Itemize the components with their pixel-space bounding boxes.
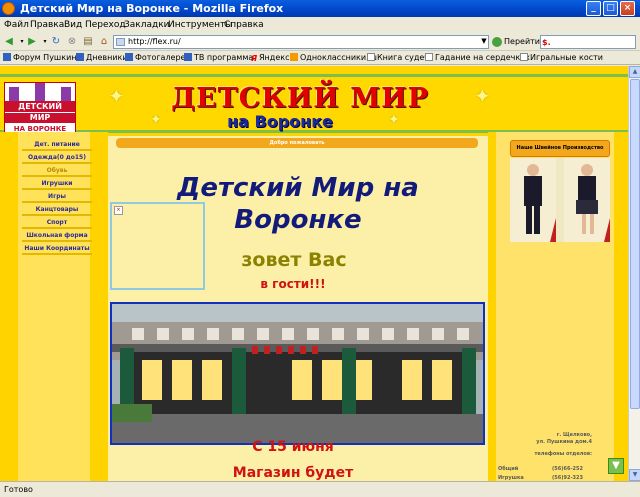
navigation-toolbar: ◀ ▾ ▶ ▾ ↻ ⊗ ▤ ⌂ http://flex.ru/ ▼ Перейт…: [0, 33, 640, 51]
store-photo: [110, 302, 485, 445]
go-arrow-icon: [492, 36, 502, 47]
phone-dept: Общий: [498, 466, 519, 472]
bookmark-item[interactable]: Игральные кости: [520, 51, 603, 64]
scroll-down-arrow-icon[interactable]: ▼: [608, 458, 624, 474]
bookmark-icon: [76, 53, 84, 61]
bookmark-item[interactable]: Дневники: [76, 51, 128, 64]
vertical-scrollbar[interactable]: ▲ ▼: [628, 66, 640, 481]
bookmark-item[interactable]: Форум Пушкино: [3, 51, 81, 64]
star-icon: ✦: [474, 84, 491, 108]
back-icon[interactable]: ◀: [3, 36, 15, 48]
search-engine-icon: $.: [542, 38, 551, 47]
odnoklassniki-icon: [290, 53, 298, 61]
guests-text: в гости!!!: [260, 277, 326, 291]
reload-icon[interactable]: ↻: [50, 36, 62, 48]
banner-subtitle: на Воронке: [227, 112, 333, 131]
scrollbar-thumb[interactable]: [630, 79, 640, 409]
url-dropdown-icon[interactable]: ▼: [480, 36, 488, 47]
menu-file[interactable]: Файл: [4, 17, 29, 33]
nav-stationery[interactable]: Канцтовары: [22, 203, 92, 216]
maximize-button[interactable]: □: [603, 1, 618, 16]
banner-top-stripe: [0, 74, 628, 77]
bookmark-icon: [184, 53, 192, 61]
bookmark-icon: [3, 53, 11, 61]
browser-window: Детский Мир на Воронке - Mozilla Firefox…: [0, 0, 640, 496]
home-icon[interactable]: ⌂: [98, 36, 110, 48]
phones-title: телефоны отделов:: [534, 451, 592, 457]
menu-help[interactable]: Справка: [224, 17, 264, 33]
site-logo[interactable]: ДЕТСКИЙ МИР НА ВОРОНКЕ: [4, 82, 76, 134]
page-viewport: ДЕТСКИЙ МИР НА ВОРОНКЕ ✦ ✦ ✦ ✦ ДЕТСКИЙ М…: [0, 66, 628, 481]
nav-shoes[interactable]: Обувь: [22, 164, 92, 177]
window-title: Детский Мир на Воронке - Mozilla Firefox: [20, 2, 284, 15]
menu-bookmarks[interactable]: Закладки: [124, 17, 170, 33]
logo-tower: [35, 83, 45, 101]
address-street: ул. Пушкина дом.4: [536, 439, 592, 445]
site-banner: ДЕТСКИЙ МИР НА ВОРОНКЕ ✦ ✦ ✦ ✦ ДЕТСКИЙ М…: [0, 74, 628, 134]
nav-baby-food[interactable]: Дет. питание: [22, 138, 92, 151]
stop-icon[interactable]: ⊗: [66, 36, 78, 48]
menu-bar: Файл Правка Вид Переход Закладки Инструм…: [0, 17, 640, 33]
star-icon: ✦: [108, 84, 125, 108]
menu-go[interactable]: Переход: [85, 17, 126, 33]
date-announcement: С 15 июня: [252, 439, 334, 455]
phone-number: (56)66-252: [552, 466, 583, 472]
history-icon[interactable]: ▤: [82, 36, 94, 48]
minimize-button[interactable]: _: [586, 1, 601, 16]
scroll-up-icon[interactable]: ▲: [629, 66, 640, 78]
bookmark-item[interactable]: ТВ программа: [184, 51, 253, 64]
bookmark-item[interactable]: Одноклассники.ru: [290, 51, 377, 64]
page-favicon-icon: [116, 38, 125, 46]
logo-text-line1: ДЕТСКИЙ: [5, 101, 75, 112]
url-text: http://flex.ru/: [128, 37, 181, 46]
go-button[interactable]: Перейти: [492, 35, 540, 49]
nav-games[interactable]: Игры: [22, 190, 92, 203]
bookmark-item[interactable]: Я Яндекс: [251, 51, 289, 64]
yandex-icon: Я: [251, 54, 258, 63]
nav-clothes[interactable]: Одежда(0 до15): [22, 151, 92, 164]
bookmark-item[interactable]: Книга судеб: [367, 51, 429, 64]
bookmark-icon: [125, 53, 133, 61]
go-label: Перейти: [504, 37, 540, 46]
nav-school-uniform[interactable]: Школьная форма: [22, 229, 92, 242]
address-city: г. Щелково,: [556, 432, 592, 438]
broken-image-icon: ×: [114, 206, 123, 215]
uniform-photos[interactable]: [510, 158, 610, 242]
title-bar: Детский Мир на Воронке - Mozilla Firefox…: [0, 0, 640, 17]
logo-text-line2: МИР: [5, 113, 75, 123]
forward-icon[interactable]: ▶: [26, 36, 38, 48]
image-placeholder: ×: [110, 202, 205, 290]
bookmark-icon: [367, 53, 375, 61]
headline-line1: Детский Мир на: [177, 173, 419, 203]
close-button[interactable]: ×: [620, 1, 635, 16]
banner-title: ДЕТСКИЙ МИР: [171, 83, 429, 114]
search-input[interactable]: $.: [540, 35, 636, 49]
bookmark-item[interactable]: Фотогалерея: [125, 51, 190, 64]
firefox-icon: [2, 2, 15, 15]
bookmark-icon: [425, 53, 433, 61]
bookmark-icon: [520, 53, 528, 61]
nav-sport[interactable]: Спорт: [22, 216, 92, 229]
menu-view[interactable]: Вид: [64, 17, 82, 33]
nav-contacts[interactable]: Наши Координаты: [22, 242, 92, 255]
welcome-bar: Добро пожаловать: [116, 138, 478, 148]
left-nav-menu: Дет. питание Одежда(0 до15) Обувь Игрушк…: [22, 138, 92, 255]
status-bar: Готово: [0, 481, 640, 496]
bookmark-item[interactable]: Гадание на сердечках: [425, 51, 530, 64]
store-announcement: Магазин будет: [232, 465, 354, 481]
invite-text: зовет Вас: [241, 249, 347, 271]
menu-tools[interactable]: Инструменты: [168, 17, 232, 33]
main-content: Добро пожаловать Детский Мир на Воронке …: [108, 136, 488, 481]
sewing-production-button[interactable]: Наше Швейное Производство: [510, 140, 610, 157]
url-input[interactable]: http://flex.ru/: [113, 35, 489, 49]
bookmarks-toolbar: Форум Пушкино Дневники Фотогалерея ТВ пр…: [0, 51, 640, 65]
menu-edit[interactable]: Правка: [30, 17, 64, 33]
nav-toys[interactable]: Игрушки: [22, 177, 92, 190]
scroll-down-icon[interactable]: ▼: [629, 469, 640, 481]
